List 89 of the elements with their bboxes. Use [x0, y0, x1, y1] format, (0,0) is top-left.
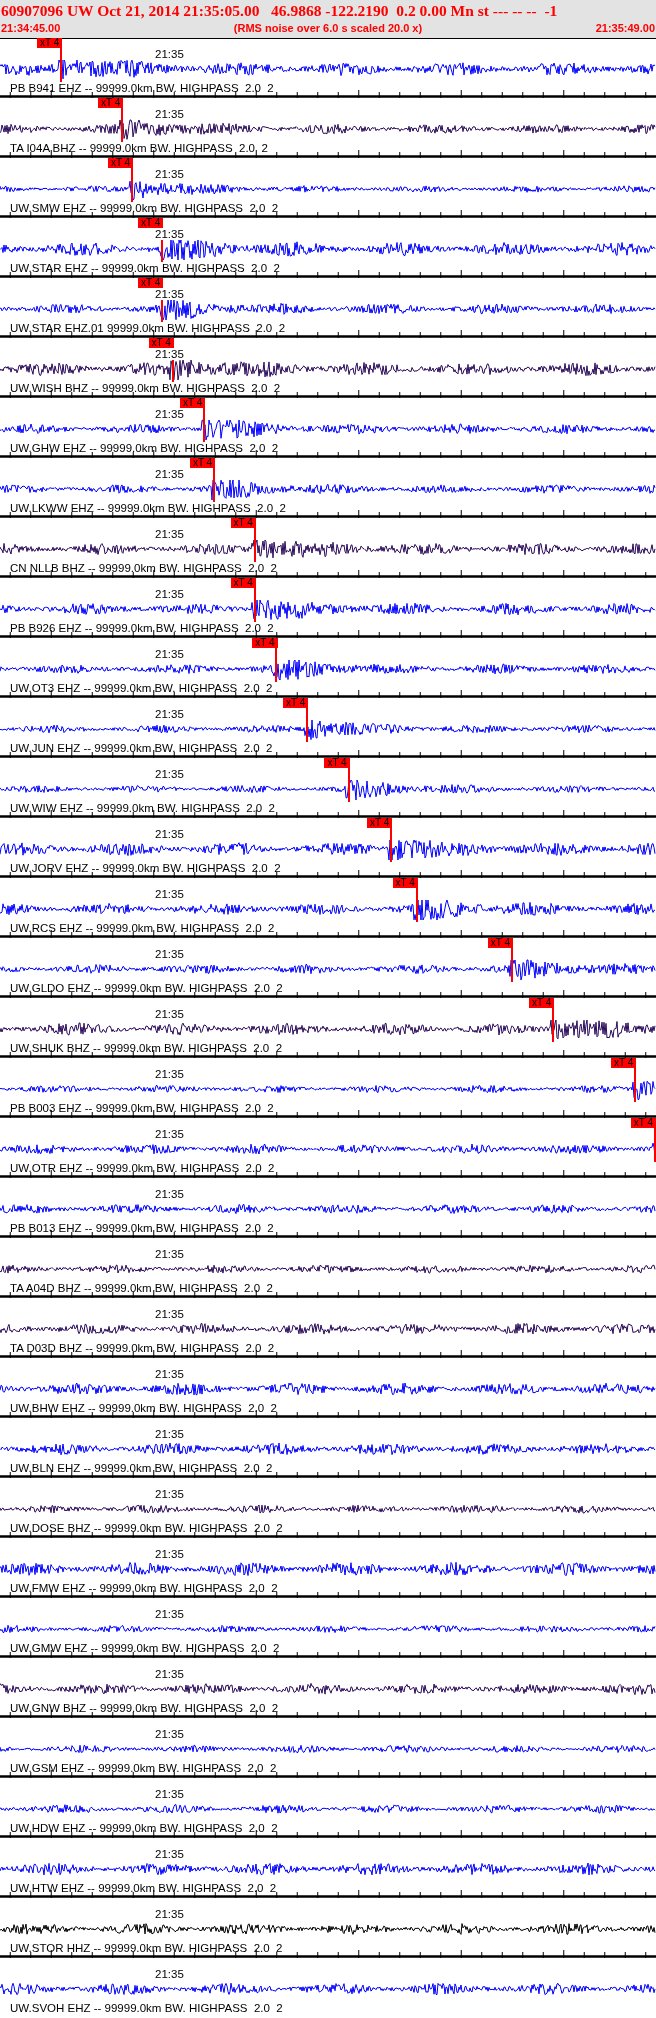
pick-label: xT 4 [138, 278, 164, 288]
trace-label: TA I04A BHZ -- 99999.0km BW. HIGHPASS 2.0 2 [10, 142, 268, 155]
time-label: 21:35 [155, 1128, 184, 1140]
time-label: 21:35 [155, 1428, 184, 1440]
pick-label: xT 4 [487, 938, 513, 948]
time-label: 21:35 [155, 1368, 184, 1380]
trace-label: UW.STAR EHZ -- 99999.0km BW. HIGHPASS 2.0 2 [10, 262, 280, 275]
pick-label: xT 4 [283, 698, 309, 708]
pick-label: xT 4 [98, 98, 124, 108]
time-label: 21:35 [155, 1308, 184, 1320]
time-label: 21:35 [155, 1728, 184, 1740]
trace-label: UW.JUN EHZ -- 99999.0km BW. HIGHPASS 2.0 2 [10, 742, 273, 755]
pick-label: xT 4 [529, 998, 555, 1008]
pick-label: xT 4 [107, 158, 134, 168]
time-label: 21:35 [155, 828, 184, 840]
pick-label: xT 4 [189, 458, 216, 468]
time-label: 21:35 [155, 708, 184, 720]
time-label: 21:35 [155, 1548, 184, 1560]
time-label: 21:35 [155, 588, 184, 600]
time-label: 21:35 [155, 1488, 184, 1500]
time-label: 21:35 [155, 528, 184, 540]
time-label: 21:35 [155, 1248, 184, 1260]
time-label: 21:35 [155, 1788, 184, 1800]
trace-label: UW.HDW EHZ -- 99999.0km BW. HIGHPASS 2.0 2 [10, 1822, 278, 1835]
trace-label: UW.GSM EHZ -- 99999.0km BW. HIGHPASS 2.0 2 [10, 1762, 277, 1775]
trace-label: UW.BLN EHZ -- 99999.0km BW. HIGHPASS 2.0 2 [10, 1462, 273, 1475]
trace-label: PB B013 EHZ -- 99999.0km BW. HIGHPASS 2.0 2 [10, 1222, 274, 1235]
trace-label: UW.DOSE BHZ -- 99999.0km BW. HIGHPASS 2.0 2 [10, 1522, 283, 1535]
time-label: 21:35 [155, 1008, 184, 1020]
trace-label: UW.GNW BHZ -- 99999.0km BW. HIGHPASS 2.0 2 [10, 1702, 279, 1715]
trace-label: UW.WISH BHZ -- 99999.0km BW. HIGHPASS 2.0 2 [10, 382, 281, 395]
trace-label: PB B941 EHZ -- 99999.0km BW. HIGHPASS 2.0 2 [10, 82, 274, 95]
trace-label: UW.WIW EHZ -- 99999.0km BW. HIGHPASS 2.0 2 [10, 802, 275, 815]
trace-label: UW.OT3 EHZ -- 99999.0km BW. HIGHPASS 2.0 2 [10, 682, 273, 695]
pick-label: xT 4 [148, 338, 174, 348]
time-label: 21:35 [155, 48, 184, 60]
trace-label: UW.LKWW EHZ -- 99999.0km BW. HIGHPASS 2.0 2 [10, 502, 286, 515]
trace-label: UW.STOR HHZ -- 99999.0km BW. HIGHPASS 2.0 2 [10, 1942, 283, 1955]
time-label: 21:35 [155, 1908, 184, 1920]
trace-label: UW.STAR EHZ.01 99999.0km BW. HIGHPASS 2.0 2 [10, 322, 286, 335]
time-label: 21:35 [155, 288, 184, 300]
pick-label: xT 4 [252, 638, 278, 648]
trace-label: UW.JORV EHZ -- 99999.0km BW. HIGHPASS 2.0 2 [10, 862, 281, 875]
time-label: 21:35 [155, 108, 184, 120]
trace-label: UW.SMW EHZ -- 99999.0km BW. HIGHPASS 2.0 2 [10, 202, 279, 215]
trace-label: UW.SVOH EHZ -- 99999.0km BW. HIGHPASS 2.0 2 [10, 2002, 283, 2015]
trace-label: UW.RCS EHZ -- 99999.0km BW. HIGHPASS 2.0 2 [10, 922, 275, 935]
time-label: 21:35 [155, 348, 184, 360]
event-title: 60907096 UW Oct 21, 2014 21:35:05.00 46.9868 -122.2190 0.2 0.00 Mn st --- -- -- -1 [1, 1, 559, 21]
time-label: 21:35 [155, 1188, 184, 1200]
start-time: 21:34:45.00 [1, 21, 61, 36]
end-time: 21:35:49.00 [595, 21, 655, 36]
pick-label: xT 4 [611, 1058, 637, 1068]
pick-label: xT 4 [367, 818, 393, 828]
trace-label: PB B926 EHZ -- 99999.0km BW. HIGHPASS 2.0 2 [10, 622, 274, 635]
time-label: 21:35 [155, 1848, 184, 1860]
time-label: 21:35 [155, 768, 184, 780]
trace-label: UW.BHW EHZ -- 99999.0km BW. HIGHPASS 2.0 2 [10, 1402, 277, 1415]
time-label: 21:35 [155, 168, 184, 180]
time-label: 21:35 [155, 948, 184, 960]
time-label: 21:35 [155, 888, 184, 900]
pick-label: xT 4 [324, 758, 350, 768]
time-label: 21:35 [155, 1668, 184, 1680]
noise-note: (RMS noise over 6.0 s scaled 20.0 x) [233, 21, 423, 36]
trace-label: UW.HTW EHZ -- 99999.0km BW. HIGHPASS 2.0 2 [10, 1882, 277, 1895]
trace-label: TA D03D BHZ -- 99999.0km BW. HIGHPASS 2.0 2 [10, 1342, 275, 1355]
pick-label: xT 4 [230, 578, 256, 588]
pick-label: xT 4 [138, 218, 164, 228]
time-label: 21:35 [155, 408, 184, 420]
time-label: 21:35 [155, 1608, 184, 1620]
trace-label: UW.GLDO EHZ -- 99999.0km BW. HIGHPASS 2.0 2 [10, 982, 283, 995]
trace-label: TA A04D BHZ -- 99999.0km BW. HIGHPASS 2.0 2 [10, 1282, 273, 1295]
pick-label: xT 4 [392, 878, 418, 888]
trace-label: PB B003 EHZ -- 99999.0km BW. HIGHPASS 2.0 2 [10, 1102, 274, 1115]
time-label: 21:35 [155, 648, 184, 660]
pick-label: xT 4 [630, 1118, 656, 1128]
time-label: 21:35 [155, 468, 184, 480]
pick-label: xT 4 [230, 518, 256, 528]
trace-label: UW.OTR EHZ -- 99999.0km BW. HIGHPASS 2.0 2 [10, 1162, 275, 1175]
trace-label: UW.GHW EHZ -- 99999.0km BW. HIGHPASS 2.0 2 [10, 442, 279, 455]
pick-label: xT 4 [180, 398, 206, 408]
time-label: 21:35 [155, 1968, 184, 1980]
time-label: 21:35 [155, 1068, 184, 1080]
trace-label: UW.GMW EHZ -- 99999.0km BW. HIGHPASS 2.0 2 [10, 1642, 280, 1655]
trace-label: UW.FMW EHZ -- 99999.0km BW. HIGHPASS 2.0 2 [10, 1582, 278, 1595]
trace-label: UW.SHUK BHZ -- 99999.0km BW. HIGHPASS 2.0 2 [10, 1042, 283, 1055]
trace-label: CN NLLB BHZ -- 99999.0km BW. HIGHPASS 2.0 2 [10, 562, 277, 575]
pick-label: xT 4 [37, 38, 63, 48]
time-label: 21:35 [155, 228, 184, 240]
